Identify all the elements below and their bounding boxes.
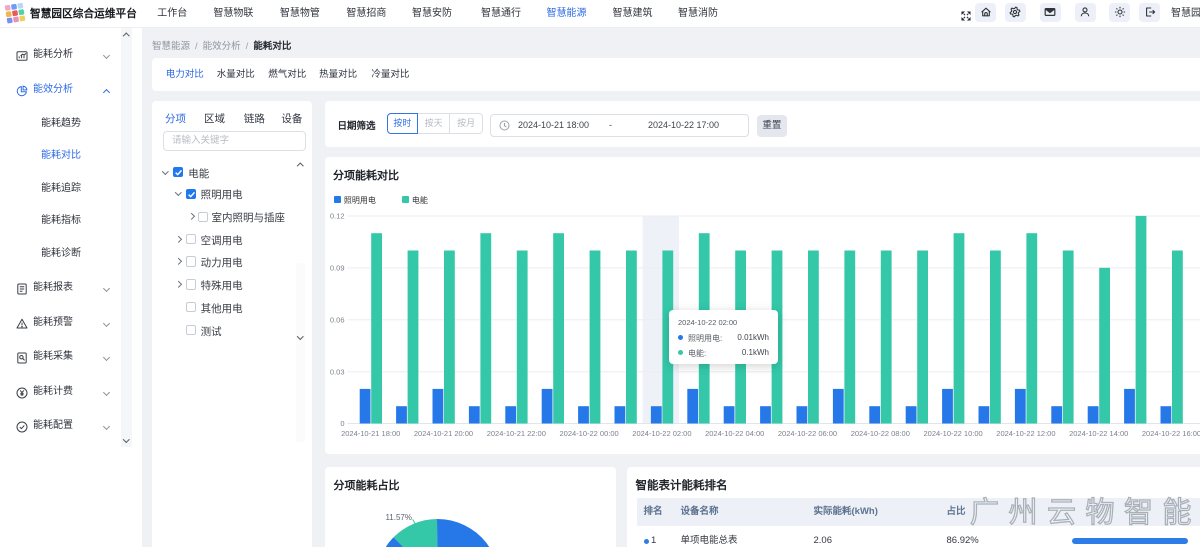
svg-text:2024-10-22 06:00: 2024-10-22 06:00 bbox=[778, 429, 837, 438]
svg-text:0.06: 0.06 bbox=[330, 315, 345, 324]
svg-text:2024-10-21 18:00: 2024-10-21 18:00 bbox=[341, 429, 400, 438]
svg-text:2024-10-22 16:00: 2024-10-22 16:00 bbox=[1142, 429, 1200, 438]
svg-text:2024-10-22 10:00: 2024-10-22 10:00 bbox=[923, 429, 982, 438]
svg-text:2024-10-22 14:00: 2024-10-22 14:00 bbox=[1069, 429, 1128, 438]
svg-text:2024-10-22 12:00: 2024-10-22 12:00 bbox=[996, 429, 1055, 438]
svg-text:2024-10-22 02:00: 2024-10-22 02:00 bbox=[632, 429, 691, 438]
svg-text:0.03: 0.03 bbox=[330, 367, 345, 376]
svg-text:2024-10-22 00:00: 2024-10-22 00:00 bbox=[559, 429, 618, 438]
svg-text:2024-10-21 22:00: 2024-10-21 22:00 bbox=[487, 429, 546, 438]
svg-text:2024-10-22 08:00: 2024-10-22 08:00 bbox=[851, 429, 910, 438]
svg-text:2024-10-22 04:00: 2024-10-22 04:00 bbox=[705, 429, 764, 438]
svg-text:11.57%: 11.57% bbox=[385, 513, 412, 522]
svg-text:0: 0 bbox=[340, 419, 344, 428]
svg-text:2024-10-21 20:00: 2024-10-21 20:00 bbox=[414, 429, 473, 438]
svg-text:0.12: 0.12 bbox=[330, 212, 345, 221]
svg-text:0.09: 0.09 bbox=[330, 264, 345, 273]
